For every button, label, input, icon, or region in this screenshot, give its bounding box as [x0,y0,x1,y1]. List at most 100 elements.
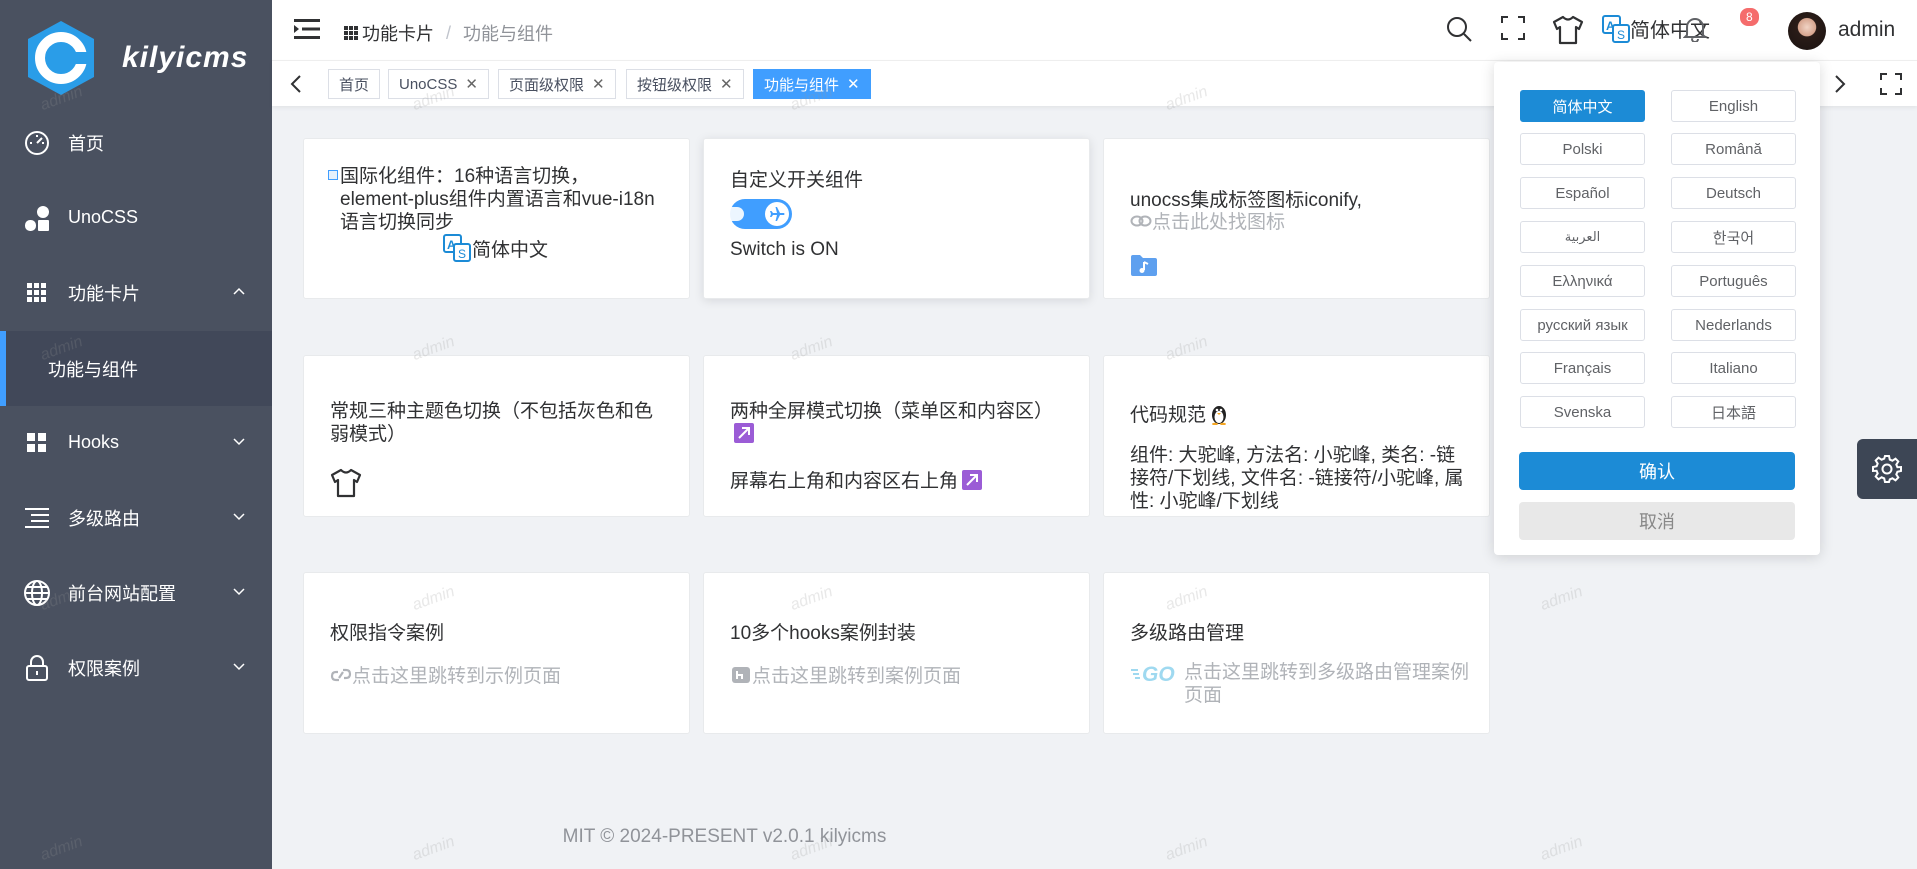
sidebar-item-label: Hooks [68,432,120,452]
theme-shirt-icon[interactable] [1552,15,1584,45]
card-title: 10多个hooks案例封装 [730,623,916,644]
sidebar-item-label: 权限案例 [68,658,140,679]
close-icon[interactable]: ✕ [592,75,605,93]
link-icon [330,666,352,684]
language-option[interactable]: Italiano [1671,352,1796,384]
tag-label: 页面级权限 [509,76,585,94]
card-icons: unocss集成标签图标iconify, 点击此处找图标 [1103,138,1490,299]
sidebar: kilyicms 首页 UnoCSS 功能卡片 功能与组件 Hooks 多级路由… [0,0,272,869]
sidebar-item-label: 多级路由 [68,508,140,529]
theme-shirt-icon[interactable] [330,468,362,498]
language-option[interactable]: Polski [1520,133,1645,165]
find-icons-link[interactable]: 点击此处找图标 [1130,207,1285,234]
language-option[interactable]: русский язык [1520,309,1645,341]
switch-status: Switch is ON [730,239,839,260]
routes-example-link[interactable]: GO 点击这里跳转到多级路由管理案例页面 [1130,661,1474,707]
tag-page-permission[interactable]: 页面级权限 ✕ [498,69,616,99]
app-name: kilyicms [122,40,249,74]
top-header: 功能卡片 / 功能与组件 AS 简体中文 8 admin [272,0,1917,60]
hooks-example-link[interactable]: 点击这里跳转到案例页面 [730,661,961,688]
tag-label: UnoCSS [399,75,458,93]
language-option[interactable]: Svenska [1520,396,1645,428]
card-title: 常规三种主题色切换（不包括灰色和色弱模式） [330,401,654,445]
grid-icon [344,26,358,40]
settings-button[interactable] [1857,439,1917,499]
sidebar-item-label: 功能卡片 [68,283,140,304]
chevron-right-icon[interactable] [1834,75,1846,93]
chevron-down-icon [232,584,246,598]
card-language-switcher[interactable]: AS 简体中文 [442,234,548,262]
translate-icon: AS [442,234,472,262]
language-label: 简体中文 [472,239,549,261]
card-i18n: 国际化组件：16种语言切换，element-plus组件内置语言和vue-i18… [303,138,690,299]
language-option[interactable]: Ελληνικά [1520,265,1645,297]
sidebar-item-nested-routes[interactable]: 多级路由 [0,480,272,555]
list-icon [22,503,52,533]
airplane-icon [765,202,789,226]
avatar[interactable] [1788,12,1826,50]
permission-example-link[interactable]: 点击这里跳转到示例页面 [330,661,561,688]
confirm-button[interactable]: 确认 [1519,452,1795,490]
menu-toggle-icon[interactable] [294,18,320,40]
tag-unocss[interactable]: UnoCSS ✕ [388,69,489,99]
chevron-up-icon [232,284,246,298]
bell-icon[interactable] [1683,16,1707,42]
chevron-left-icon[interactable] [290,75,302,93]
toggle-switch[interactable] [730,199,792,229]
search-icon[interactable] [1445,15,1473,43]
content-fullscreen-icon[interactable] [1879,72,1903,96]
username[interactable]: admin [1838,18,1895,42]
language-option[interactable]: Română [1671,133,1796,165]
close-icon[interactable]: ✕ [720,75,733,93]
notification-badge: 8 [1738,6,1761,28]
sidebar-subitem-features[interactable]: 功能与组件 [0,331,272,406]
expand-arrow-icon[interactable] [962,469,983,490]
close-icon[interactable]: ✕ [465,75,478,93]
sidebar-item-permissions[interactable]: 权限案例 [0,630,272,705]
sidebar-item-feature-cards[interactable]: 功能卡片 [0,255,272,330]
language-option[interactable]: Português [1671,265,1796,297]
go-icon: GO [1130,662,1184,684]
language-option[interactable]: Deutsch [1671,177,1796,209]
language-option[interactable]: Nederlands [1671,309,1796,341]
cancel-button[interactable]: 取消 [1519,502,1795,540]
language-option[interactable]: العربية [1520,221,1645,253]
language-option[interactable]: 한국어 [1671,221,1796,253]
sidebar-item-unocss[interactable]: UnoCSS [0,180,272,255]
tag-label: 首页 [339,76,370,94]
close-icon[interactable]: ✕ [847,75,860,93]
sidebar-item-hooks[interactable]: Hooks [0,405,272,480]
tag-features[interactable]: 功能与组件 ✕ [753,69,871,99]
language-option[interactable]: 简体中文 [1520,90,1645,122]
language-option[interactable]: Español [1520,177,1645,209]
fullscreen-icon[interactable] [1500,15,1526,41]
card-title: 权限指令案例 [330,623,445,644]
card-theme: 常规三种主题色切换（不包括灰色和色弱模式） [303,355,690,517]
logo[interactable]: kilyicms [0,0,272,115]
language-option[interactable]: 日本語 [1671,396,1796,428]
hook-icon [730,665,752,685]
card-title: 自定义开关组件 [730,170,864,191]
svg-text:S: S [458,247,466,261]
tag-button-permission[interactable]: 按钮级权限 ✕ [626,69,744,99]
sidebar-item-home[interactable]: 首页 [0,105,272,180]
dashboard-icon [22,128,52,158]
tag-label: 按钮级权限 [637,76,713,94]
globe-icon [22,578,52,608]
sidebar-item-label: 首页 [68,133,104,154]
breadcrumb: 功能卡片 / 功能与组件 [344,20,553,46]
chevron-down-icon [232,509,246,523]
language-option[interactable]: English [1671,90,1796,122]
expand-arrow-icon[interactable] [734,423,754,443]
breadcrumb-item-current: 功能与组件 [463,24,554,44]
lock-icon [22,653,52,683]
sidebar-item-site-config[interactable]: 前台网站配置 [0,555,272,630]
breadcrumb-item[interactable]: 功能卡片 [362,20,434,46]
tag-home[interactable]: 首页 [328,69,381,99]
card-permission-directive: 权限指令案例 点击这里跳转到示例页面 [303,572,690,734]
translate-icon [328,170,338,180]
unocss-icon [22,203,52,233]
breadcrumb-separator: / [446,22,452,43]
music-folder-icon [1130,253,1158,277]
language-option[interactable]: Français [1520,352,1645,384]
